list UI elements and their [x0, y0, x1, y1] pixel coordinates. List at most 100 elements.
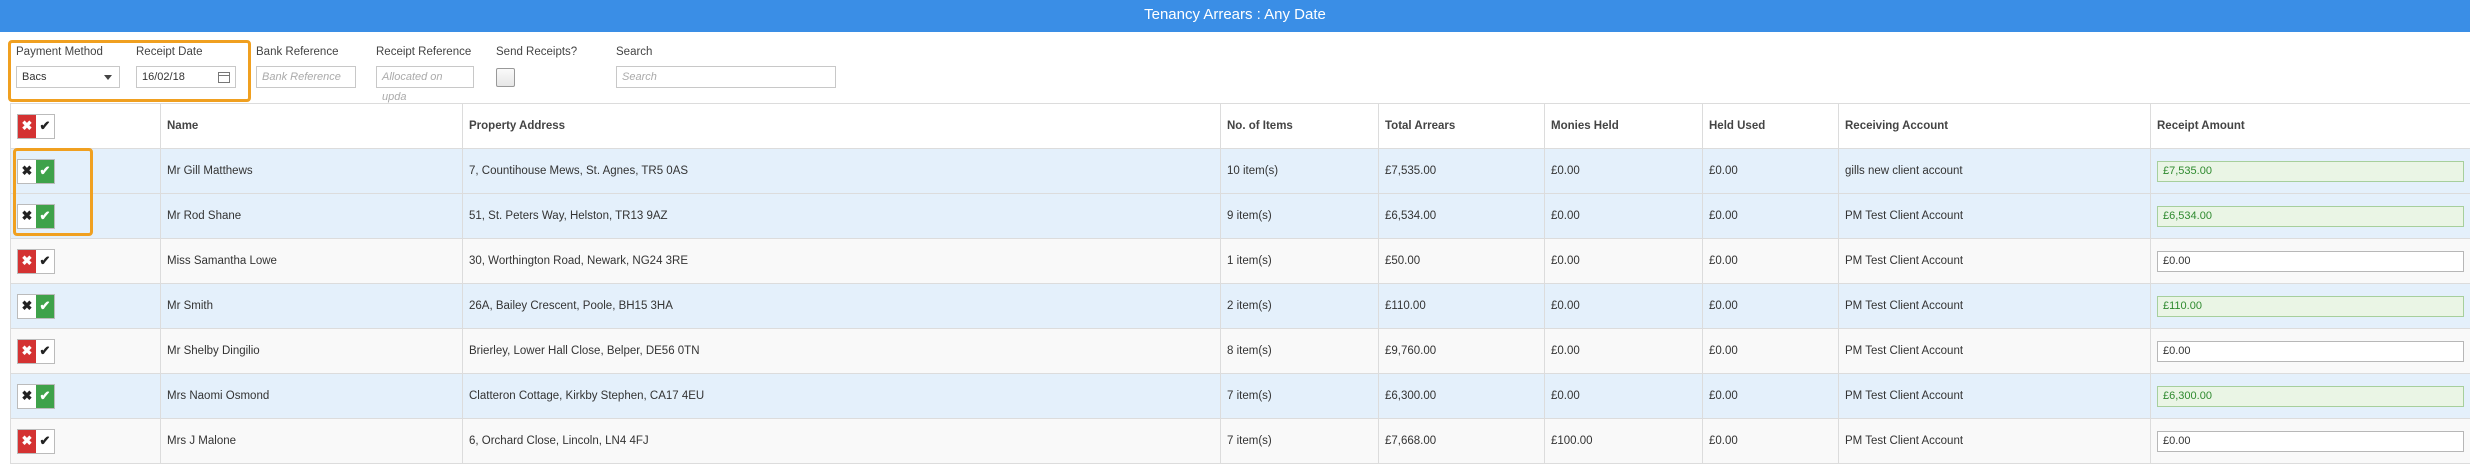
cell-monies-held: £0.00 — [1544, 328, 1703, 374]
search-group: Search Search — [616, 46, 836, 88]
cell-total-arrears: £9,760.00 — [1378, 328, 1545, 374]
send-receipts-group: Send Receipts? — [496, 46, 596, 87]
cell-name: Mr Gill Matthews — [160, 148, 463, 194]
header-select-all: ✖ ✔ — [10, 103, 161, 149]
cell-property-address: 30, Worthington Road, Newark, NG24 3RE — [462, 238, 1221, 284]
receipt-reference-label: Receipt Reference — [376, 46, 472, 58]
send-receipts-label: Send Receipts? — [496, 46, 578, 58]
header-name[interactable]: Name — [160, 103, 463, 149]
receipt-amount-input[interactable]: £6,534.00 — [2157, 205, 2464, 227]
row-select-toggle[interactable]: ✖ ✔ — [17, 428, 55, 454]
window-title: Tenancy Arrears : Any Date — [0, 0, 2470, 32]
cell-receiving-account: PM Test Client Account — [1838, 418, 2151, 464]
exclude-icon[interactable]: ✖ — [18, 249, 36, 273]
table-row[interactable]: ✖ ✔ Mr Smith 26A, Bailey Crescent, Poole, B… — [10, 283, 2470, 329]
header-receiving-account[interactable]: Receiving Account — [1838, 103, 2151, 149]
cell-name: Mr Smith — [160, 283, 463, 329]
include-icon[interactable]: ✔ — [36, 294, 54, 318]
cell-receipt-amount: £0.00 — [2150, 328, 2470, 374]
cell-total-arrears: £110.00 — [1378, 283, 1545, 329]
cell-held-used: £0.00 — [1702, 328, 1839, 374]
header-receipt-amount[interactable]: Receipt Amount — [2150, 103, 2470, 149]
bank-reference-group: Bank Reference Bank Reference — [256, 46, 356, 88]
cell-monies-held: £0.00 — [1544, 373, 1703, 419]
highlight-selected-rows — [13, 148, 93, 236]
search-input[interactable]: Search — [616, 66, 836, 88]
receipt-amount-input[interactable]: £0.00 — [2157, 430, 2464, 452]
include-icon[interactable]: ✔ — [36, 249, 54, 273]
cell-name: Mr Shelby Dingilio — [160, 328, 463, 374]
cell-receipt-amount: £6,534.00 — [2150, 193, 2470, 239]
cell-no-of-items: 7 item(s) — [1220, 418, 1379, 464]
search-label: Search — [616, 46, 653, 58]
receipt-amount-input[interactable]: £0.00 — [2157, 250, 2464, 272]
cell-held-used: £0.00 — [1702, 283, 1839, 329]
cell-receiving-account: PM Test Client Account — [1838, 193, 2151, 239]
cell-receipt-amount: £0.00 — [2150, 238, 2470, 284]
table-row[interactable]: ✖ ✔ Mr Shelby Dingilio Brierley, Lower Hall… — [10, 328, 2470, 374]
row-select-toggle[interactable]: ✖ ✔ — [17, 338, 55, 364]
cell-receiving-account: PM Test Client Account — [1838, 238, 2151, 284]
header-no-of-items[interactable]: No. of Items — [1220, 103, 1379, 149]
cell-total-arrears: £6,300.00 — [1378, 373, 1545, 419]
row-toggle-cell: ✖ ✔ — [10, 418, 161, 464]
include-icon[interactable]: ✔ — [36, 339, 54, 363]
table-header: ✖ ✔ Name Property Address No. of Items T… — [10, 103, 2470, 149]
cell-held-used: £0.00 — [1702, 238, 1839, 284]
cell-monies-held: £100.00 — [1544, 418, 1703, 464]
cell-held-used: £0.00 — [1702, 148, 1839, 194]
row-select-toggle[interactable]: ✖ ✔ — [17, 248, 55, 274]
include-icon[interactable]: ✔ — [36, 429, 54, 453]
exclude-icon[interactable]: ✖ — [18, 429, 36, 453]
bank-reference-label: Bank Reference — [256, 46, 339, 58]
cell-receipt-amount: £0.00 — [2150, 418, 2470, 464]
deselect-all-icon[interactable]: ✖ — [18, 114, 36, 138]
receipt-amount-input[interactable]: £0.00 — [2157, 340, 2464, 362]
exclude-icon[interactable]: ✖ — [18, 294, 36, 318]
table-row[interactable]: ✖ ✔ Mrs J Malone 6, Orchard Close, Lincoln,… — [10, 418, 2470, 464]
send-receipts-checkbox[interactable] — [496, 68, 515, 87]
row-toggle-cell: ✖ ✔ — [10, 328, 161, 374]
cell-monies-held: £0.00 — [1544, 238, 1703, 284]
cell-total-arrears: £50.00 — [1378, 238, 1545, 284]
receipt-amount-input[interactable]: £7,535.00 — [2157, 160, 2464, 182]
cell-no-of-items: 1 item(s) — [1220, 238, 1379, 284]
receipt-reference-input[interactable]: Allocated on upda — [376, 66, 474, 103]
receipt-amount-input[interactable]: £6,300.00 — [2157, 385, 2464, 407]
exclude-icon[interactable]: ✖ — [18, 339, 36, 363]
cell-monies-held: £0.00 — [1544, 283, 1703, 329]
cell-property-address: 6, Orchard Close, Lincoln, LN4 4FJ — [462, 418, 1221, 464]
header-total-arrears[interactable]: Total Arrears — [1378, 103, 1545, 149]
row-select-toggle[interactable]: ✖ ✔ — [17, 383, 55, 409]
table-row[interactable]: ✖ ✔ Miss Samantha Lowe 30, Worthington Road… — [10, 238, 2470, 284]
cell-total-arrears: £6,534.00 — [1378, 193, 1545, 239]
header-property-address[interactable]: Property Address — [462, 103, 1221, 149]
table-row[interactable]: ✖ ✔ Mrs Naomi Osmond Clatteron Cottage, Kir… — [10, 373, 2470, 419]
cell-receiving-account: gills new client account — [1838, 148, 2151, 194]
row-select-toggle[interactable]: ✖ ✔ — [17, 293, 55, 319]
cell-no-of-items: 9 item(s) — [1220, 193, 1379, 239]
row-toggle-cell: ✖ ✔ — [10, 238, 161, 284]
cell-monies-held: £0.00 — [1544, 148, 1703, 194]
header-monies-held[interactable]: Monies Held — [1544, 103, 1703, 149]
row-toggle-cell: ✖ ✔ — [10, 373, 161, 419]
cell-no-of-items: 8 item(s) — [1220, 328, 1379, 374]
cell-no-of-items: 7 item(s) — [1220, 373, 1379, 419]
cell-no-of-items: 2 item(s) — [1220, 283, 1379, 329]
cell-property-address: Brierley, Lower Hall Close, Belper, DE56… — [462, 328, 1221, 374]
receipt-amount-input[interactable]: £110.00 — [2157, 295, 2464, 317]
header-held-used[interactable]: Held Used — [1702, 103, 1839, 149]
filter-bar: Payment Method Bacs Receipt Date 16/02/1… — [0, 32, 2470, 104]
cell-held-used: £0.00 — [1702, 373, 1839, 419]
include-icon[interactable]: ✔ — [36, 384, 54, 408]
select-all-icon[interactable]: ✔ — [36, 114, 54, 138]
arrears-table: ✖ ✔ Name Property Address No. of Items T… — [10, 103, 2470, 464]
cell-property-address: Clatteron Cottage, Kirkby Stephen, CA17 … — [462, 373, 1221, 419]
exclude-icon[interactable]: ✖ — [18, 384, 36, 408]
select-all-toggle[interactable]: ✖ ✔ — [17, 113, 55, 139]
table-row[interactable]: ✖ ✔ Mr Gill Matthews 7, Countihouse Mews, S… — [10, 148, 2470, 194]
cell-name: Mr Rod Shane — [160, 193, 463, 239]
table-row[interactable]: ✖ ✔ Mr Rod Shane 51, St. Peters Way, Helsto… — [10, 193, 2470, 239]
cell-receiving-account: PM Test Client Account — [1838, 373, 2151, 419]
bank-reference-input[interactable]: Bank Reference — [256, 66, 356, 88]
